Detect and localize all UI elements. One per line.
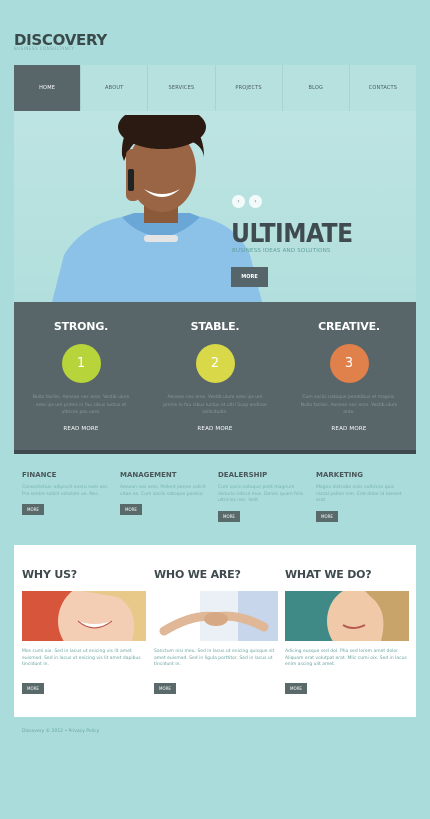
feature-creative: CREATIVE. 3 Cum sociis natoque penatibus… bbox=[282, 320, 416, 450]
feature-strong: STRONG. 1 Nulla facilisi. Aenean nec ero… bbox=[14, 320, 148, 450]
category-title: MARKETING bbox=[316, 471, 363, 479]
footer-text: Discovery © 2012 • Privacy Policy bbox=[22, 729, 100, 734]
category-text: Magna distrubo nisis vultrices quis nisc… bbox=[316, 485, 402, 504]
category-management: MANAGEMENT Aenean nec eros. Pellent penn… bbox=[112, 471, 210, 522]
category-more-button[interactable]: MORE bbox=[120, 504, 142, 516]
feature-title: STRONG. bbox=[53, 320, 109, 333]
feature-read-more-link[interactable]: READ MORE bbox=[14, 426, 148, 432]
section-text: Mos cumi oix. Sed in lacus ut enicing vi… bbox=[22, 649, 141, 668]
feature-number-badge: 2 bbox=[195, 344, 235, 383]
main-container: HOME ABOUT SERVICES PROJECTS BLOG CONTAC… bbox=[14, 65, 416, 522]
handshake-image bbox=[154, 591, 278, 641]
category-title: MANAGEMENT bbox=[120, 471, 177, 479]
hero-title: ULTIMATE bbox=[231, 219, 353, 249]
category-finance: FINANCE Consectetuer adipiscit everu nam… bbox=[14, 471, 112, 522]
hero-more-button[interactable]: MORE bbox=[231, 267, 268, 287]
section-who-we-are: WHO WE ARE? Sanctum nisi meu. Sed in lac… bbox=[154, 545, 278, 695]
slider-next-button[interactable]: › bbox=[249, 195, 262, 208]
main-nav: HOME ABOUT SERVICES PROJECTS BLOG CONTAC… bbox=[14, 65, 416, 111]
section-more-button[interactable]: MORE bbox=[154, 683, 176, 695]
category-text: Aenean nec eros. Pellent penne solicit v… bbox=[120, 485, 206, 497]
section-title: WHAT WE DO? bbox=[285, 568, 372, 581]
info-panel: WHY US? Mos cumi oix. Sed in lacus ut en… bbox=[14, 545, 416, 717]
nav-blog[interactable]: BLOG bbox=[283, 65, 350, 111]
section-more-button[interactable]: MORE bbox=[285, 683, 307, 695]
feature-number-badge: 3 bbox=[329, 344, 369, 383]
category-more-button[interactable]: MORE bbox=[22, 504, 44, 516]
slider-arrows: ‹ › bbox=[232, 195, 262, 208]
feature-text: Nulla facilisi. Aenean nec eros. Vestib … bbox=[32, 395, 130, 415]
woman-portrait-image bbox=[285, 591, 409, 641]
features-band: STRONG. 1 Nulla facilisi. Aenean nec ero… bbox=[14, 302, 416, 454]
nav-about[interactable]: ABOUT bbox=[81, 65, 149, 111]
feature-stable: STABLE. 2 Aenean nec eros. Vestib ulum a… bbox=[148, 320, 282, 450]
section-title: WHY US? bbox=[22, 568, 77, 581]
section-more-button[interactable]: MORE bbox=[22, 683, 44, 695]
nav-services[interactable]: SERVICES bbox=[148, 65, 216, 111]
feature-read-more-link[interactable]: READ MORE bbox=[148, 426, 282, 432]
category-dealership: DEALERSHIP Cum socis natoque petit magnu… bbox=[210, 471, 308, 522]
slider-prev-button[interactable]: ‹ bbox=[232, 195, 245, 208]
section-what-we-do: WHAT WE DO? Adicing eusque sed dol. Pha … bbox=[285, 545, 409, 695]
feature-number-badge: 1 bbox=[61, 344, 101, 383]
feature-title: STABLE. bbox=[190, 320, 240, 333]
feature-read-more-link[interactable]: READ MORE bbox=[282, 426, 416, 432]
section-text: Adicing eusque sed dol. Pha sed lorem am… bbox=[285, 649, 407, 668]
feature-text: Aenean nec eros. Vestib ulum ante ips um… bbox=[163, 395, 267, 415]
category-title: DEALERSHIP bbox=[218, 471, 268, 479]
feature-text: Cum sociis natoque penatibus et magnis. … bbox=[300, 395, 398, 415]
section-why-us: WHY US? Mos cumi oix. Sed in lacus ut en… bbox=[22, 545, 146, 695]
nav-home[interactable]: HOME bbox=[14, 65, 82, 111]
tagline: BUSINESS CONSULTANCY bbox=[14, 46, 75, 51]
category-text: Cum socis natoque petit magnum disturio … bbox=[218, 485, 304, 504]
nav-contacts[interactable]: CONTACTS bbox=[350, 65, 416, 111]
category-more-button[interactable]: MORE bbox=[316, 510, 338, 522]
section-title: WHO WE ARE? bbox=[154, 568, 241, 581]
category-text: Consectetuer adipiscit everu nam vec. Pr… bbox=[22, 485, 109, 497]
category-more-button[interactable]: MORE bbox=[218, 510, 240, 522]
section-text: Sanctum nisi meu. Sed in lacus ut enicin… bbox=[154, 649, 275, 668]
category-title: FINANCE bbox=[22, 471, 57, 479]
category-columns: FINANCE Consectetuer adipiscit everu nam… bbox=[14, 471, 416, 522]
smiling-woman-image bbox=[22, 591, 146, 641]
hero-slider: ‹ › ULTIMATE BUSINESS IDEAS AND SOLUTION… bbox=[14, 111, 416, 302]
feature-title: CREATIVE. bbox=[318, 320, 380, 333]
nav-projects[interactable]: PROJECTS bbox=[216, 65, 283, 111]
hero-subtitle: BUSINESS IDEAS AND SOLUTIONS bbox=[232, 248, 331, 254]
category-marketing: MARKETING Magna distrubo nisis vultrices… bbox=[308, 471, 406, 522]
